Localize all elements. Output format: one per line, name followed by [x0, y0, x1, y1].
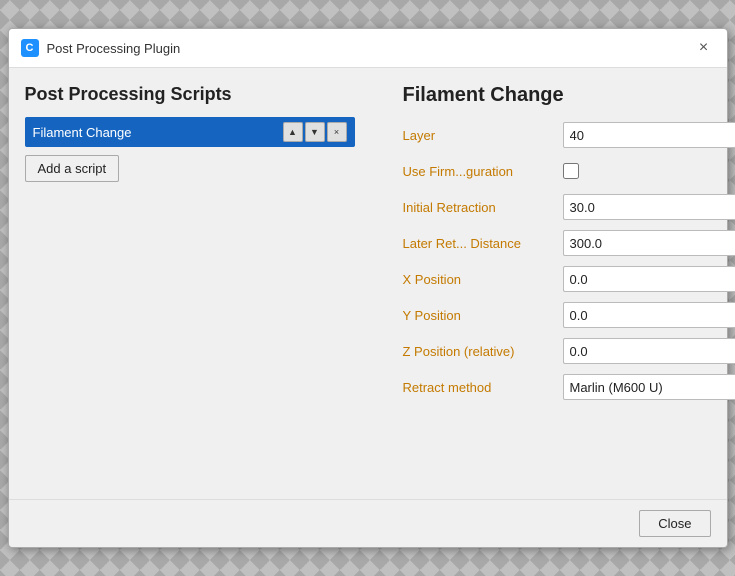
- field-row-retract-method: Retract method Marlin (M600 U) Normal G-…: [403, 373, 735, 401]
- right-panel: Filament Change Layer Use Firm...guratio…: [403, 84, 735, 483]
- input-y-position[interactable]: [563, 302, 735, 328]
- input-z-position[interactable]: [563, 338, 735, 364]
- dropdown-retract-method[interactable]: Marlin (M600 U) Normal G-code: [563, 374, 735, 400]
- input-initial-retraction[interactable]: [563, 194, 735, 220]
- input-group-y-position: mm: [563, 302, 735, 328]
- dialog-footer: Close: [9, 499, 727, 547]
- field-row-z-position: Z Position (relative) mm: [403, 337, 735, 365]
- input-layer[interactable]: [563, 122, 735, 148]
- title-bar-left: C Post Processing Plugin: [21, 39, 181, 57]
- label-retract-method: Retract method: [403, 380, 563, 395]
- field-row-layer: Layer: [403, 121, 735, 149]
- input-group-later-retraction: mm: [563, 230, 735, 256]
- label-x-position: X Position: [403, 272, 563, 287]
- label-initial-retraction: Initial Retraction: [403, 200, 563, 215]
- dialog-body: Post Processing Scripts Filament Change …: [9, 68, 727, 499]
- remove-script-button[interactable]: ×: [327, 122, 347, 142]
- dialog-title: Post Processing Plugin: [47, 41, 181, 56]
- script-controls: ▲ ▼ ×: [283, 122, 347, 142]
- field-row-y-position: Y Position mm: [403, 301, 735, 329]
- label-firmware: Use Firm...guration: [403, 164, 563, 179]
- dropdown-wrap-retract-method: Marlin (M600 U) Normal G-code ▾: [563, 374, 735, 400]
- input-group-x-position: mm: [563, 266, 735, 292]
- close-dialog-button[interactable]: Close: [639, 510, 710, 537]
- label-later-retraction: Later Ret... Distance: [403, 236, 563, 251]
- field-row-later-retraction: Later Ret... Distance mm: [403, 229, 735, 257]
- left-panel: Post Processing Scripts Filament Change …: [25, 84, 355, 483]
- script-list-item[interactable]: Filament Change ▲ ▼ ×: [25, 117, 355, 147]
- input-x-position[interactable]: [563, 266, 735, 292]
- field-row-x-position: X Position mm: [403, 265, 735, 293]
- add-script-button[interactable]: Add a script: [25, 155, 120, 182]
- label-z-position: Z Position (relative): [403, 344, 563, 359]
- input-group-z-position: mm: [563, 338, 735, 364]
- input-later-retraction[interactable]: [563, 230, 735, 256]
- right-section-title: Filament Change: [403, 84, 735, 107]
- field-row-firmware: Use Firm...guration: [403, 157, 735, 185]
- checkbox-firmware[interactable]: [563, 163, 579, 179]
- script-list-item-label: Filament Change: [33, 125, 283, 140]
- field-row-initial-retraction: Initial Retraction mm: [403, 193, 735, 221]
- left-section-title: Post Processing Scripts: [25, 84, 355, 105]
- move-up-button[interactable]: ▲: [283, 122, 303, 142]
- move-down-button[interactable]: ▼: [305, 122, 325, 142]
- post-processing-dialog: C Post Processing Plugin × Post Processi…: [8, 28, 728, 548]
- title-bar: C Post Processing Plugin ×: [9, 29, 727, 68]
- label-y-position: Y Position: [403, 308, 563, 323]
- app-icon: C: [21, 39, 39, 57]
- input-group-initial-retraction: mm: [563, 194, 735, 220]
- label-layer: Layer: [403, 128, 563, 143]
- window-close-button[interactable]: ×: [693, 37, 715, 59]
